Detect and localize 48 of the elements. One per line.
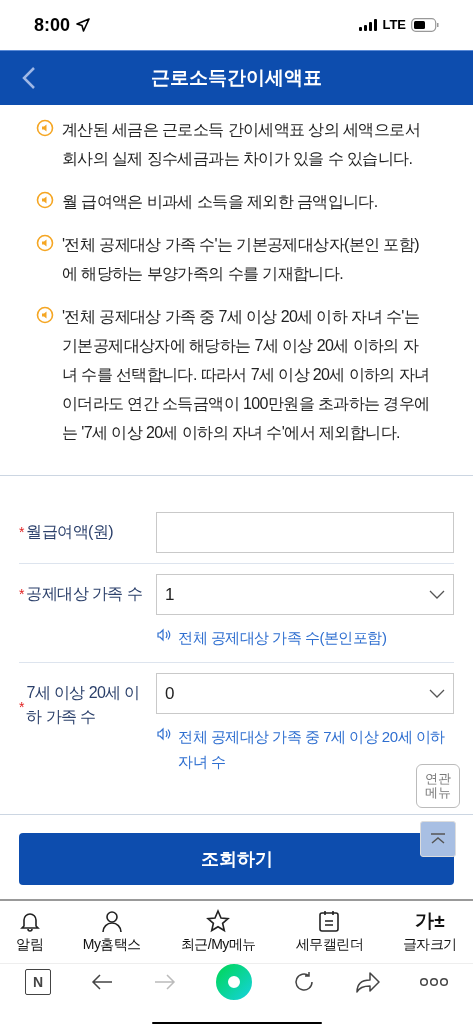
star-icon (206, 909, 231, 933)
font-size-icon: 가± (415, 909, 445, 933)
chevron-up-icon (430, 833, 446, 845)
related-menu-button[interactable]: 연관 메뉴 (416, 764, 460, 808)
bottom-nav-item[interactable]: My홈택스 (82, 909, 141, 955)
note-text: 월 급여액은 비과세 소득을 제외한 금액입니다. (62, 192, 378, 212)
field-hint: 전체 공제대상 가족 수(본인포함) (178, 628, 387, 648)
required-mark: * (19, 698, 25, 717)
note-text: 계산된 세금은 근로소득 간이세액표 상의 세액으로서 회사의 실제 징수세금과는 차이가 있을 수 있습니다. (62, 120, 422, 169)
speaker-icon (36, 306, 54, 324)
salary-input-field[interactable] (156, 512, 454, 553)
status-time: 8:00 (34, 13, 71, 37)
back-arrow-icon[interactable] (90, 972, 115, 992)
bottom-nav-item[interactable]: 알림 (16, 909, 43, 955)
select-value: 0 (165, 682, 175, 705)
scroll-top-button[interactable] (420, 821, 456, 857)
field-label: 공제대상 가족 수 (26, 584, 143, 604)
chevron-down-icon (429, 589, 445, 600)
speaker-icon (36, 234, 54, 252)
share-arrow-icon[interactable] (354, 971, 381, 993)
more-icon[interactable] (419, 977, 448, 987)
required-mark: * (19, 523, 25, 542)
bottom-nav-item[interactable]: 최근/My메뉴 (180, 909, 256, 955)
home-button[interactable]: N (25, 969, 51, 995)
signal-icon (359, 19, 378, 31)
page-title: 근로소득간이세액표 (151, 65, 322, 90)
note-text: '전체 공제대상 가족 수'는 기본공제대상자(본인 포함)에 해당하는 부양가족의 수를 기재합니다. (62, 235, 420, 284)
bottom-nav-item[interactable]: 세무캘린더 (295, 909, 364, 955)
select-field[interactable]: 1 (156, 574, 454, 615)
battery-icon (411, 18, 439, 32)
person-icon (99, 909, 124, 933)
speaker-icon (156, 628, 172, 642)
note-text: '전체 공제대상 가족 중 7세 이상 20세 이하 자녀 수'는 기본공제대상자에 해당하는 7세 이상 20세 이하의 자녀 수를 선택합니다. 따라서 7세 이상 20세 이하의 자녀이더라도 연간 소득금액이 100만원을 초과하는 경우에는 '7세 이상 20세 이하의 자녀 수'에서 제외합니다. (62, 307, 431, 443)
select-value: 1 (165, 583, 175, 606)
field-label: 월급여액(원) (26, 522, 114, 542)
location-arrow-icon (76, 18, 91, 32)
search-submit-button[interactable]: 조회하기 (19, 833, 454, 885)
network-label: LTE (382, 16, 406, 35)
chevron-down-icon (429, 688, 445, 699)
field-label: 7세 이상 20세 이하 가족 수 (26, 683, 141, 727)
select-field[interactable]: 0 (156, 673, 454, 714)
speaker-icon (36, 119, 54, 137)
required-mark: * (19, 585, 25, 604)
speaker-icon (36, 191, 54, 209)
speaker-icon (156, 727, 172, 741)
bottom-nav-item[interactable]: 가± 글자크기 (403, 909, 457, 955)
back-chevron-icon[interactable] (22, 67, 36, 89)
calendar-icon (317, 909, 342, 933)
